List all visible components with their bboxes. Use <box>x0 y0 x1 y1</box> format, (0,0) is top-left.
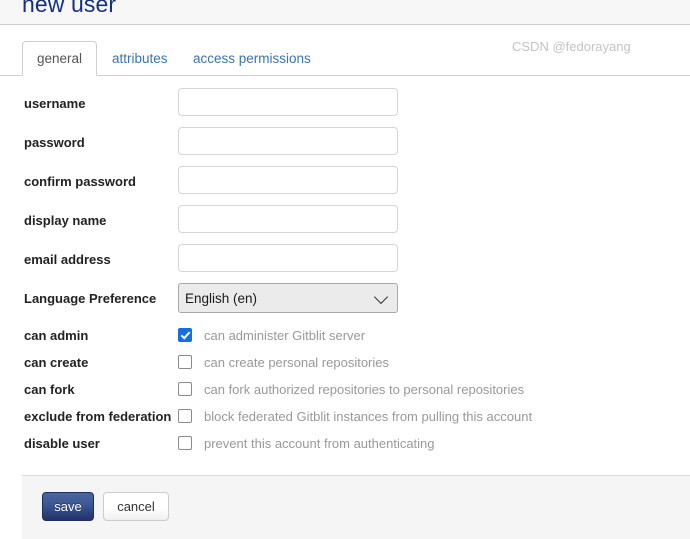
checkbox-row-can-admin: can admin can administer Gitblit server <box>0 324 690 349</box>
page-title: new user <box>22 0 117 17</box>
can-admin-checkbox[interactable] <box>178 328 192 342</box>
confirm-password-label: confirm password <box>24 174 136 189</box>
password-label: password <box>24 135 85 150</box>
language-preference-label: Language Preference <box>24 291 157 306</box>
form-row-language-preference: Language Preference English (en) <box>0 281 690 320</box>
save-button[interactable]: save <box>42 492 94 521</box>
checkbox-row-exclude-from-federation: exclude from federation block federated … <box>0 405 690 430</box>
can-fork-label: can fork <box>24 382 75 397</box>
can-create-checkbox[interactable] <box>178 355 192 369</box>
language-preference-select[interactable]: English (en) <box>178 283 398 313</box>
display-name-label: display name <box>24 213 107 228</box>
form-row-username: username <box>0 86 690 125</box>
form-footer: save cancel <box>22 475 690 539</box>
password-input[interactable] <box>178 127 398 155</box>
username-input[interactable] <box>178 88 398 116</box>
display-name-input[interactable] <box>178 205 398 233</box>
tab-attributes[interactable]: attributes <box>97 41 183 76</box>
cancel-button[interactable]: cancel <box>103 492 169 521</box>
exclude-from-federation-label: exclude from federation <box>24 409 172 424</box>
user-form: username password confirm password displ… <box>0 76 690 475</box>
form-row-display-name: display name <box>0 203 690 242</box>
disable-user-description: prevent this account from authenticating <box>204 436 435 451</box>
checkbox-row-can-fork: can fork can fork authorized repositorie… <box>0 378 690 403</box>
tab-access-permissions[interactable]: access permissions <box>178 41 326 76</box>
watermark: CSDN @fedorayang <box>512 39 631 54</box>
exclude-from-federation-description: block federated Gitblit instances from p… <box>204 409 533 424</box>
can-fork-description: can fork authorized repositories to pers… <box>204 382 525 397</box>
disable-user-label: disable user <box>24 436 100 451</box>
exclude-from-federation-checkbox[interactable] <box>178 409 192 423</box>
can-admin-description: can administer Gitblit server <box>204 328 366 343</box>
disable-user-checkbox[interactable] <box>178 436 192 450</box>
checkbox-row-disable-user: disable user prevent this account from a… <box>0 432 690 457</box>
form-row-confirm-password: confirm password <box>0 164 690 203</box>
form-row-password: password <box>0 125 690 164</box>
can-admin-label: can admin <box>24 328 89 343</box>
tab-general[interactable]: general <box>22 41 98 76</box>
can-create-label: can create <box>24 355 89 370</box>
can-fork-checkbox[interactable] <box>178 382 192 396</box>
can-create-description: can create personal repositories <box>204 355 389 370</box>
confirm-password-input[interactable] <box>178 166 398 194</box>
username-label: username <box>24 96 86 111</box>
email-address-input[interactable] <box>178 244 398 272</box>
email-address-label: email address <box>24 252 111 267</box>
form-row-email-address: email address <box>0 242 690 281</box>
checkbox-row-can-create: can create can create personal repositor… <box>0 351 690 376</box>
